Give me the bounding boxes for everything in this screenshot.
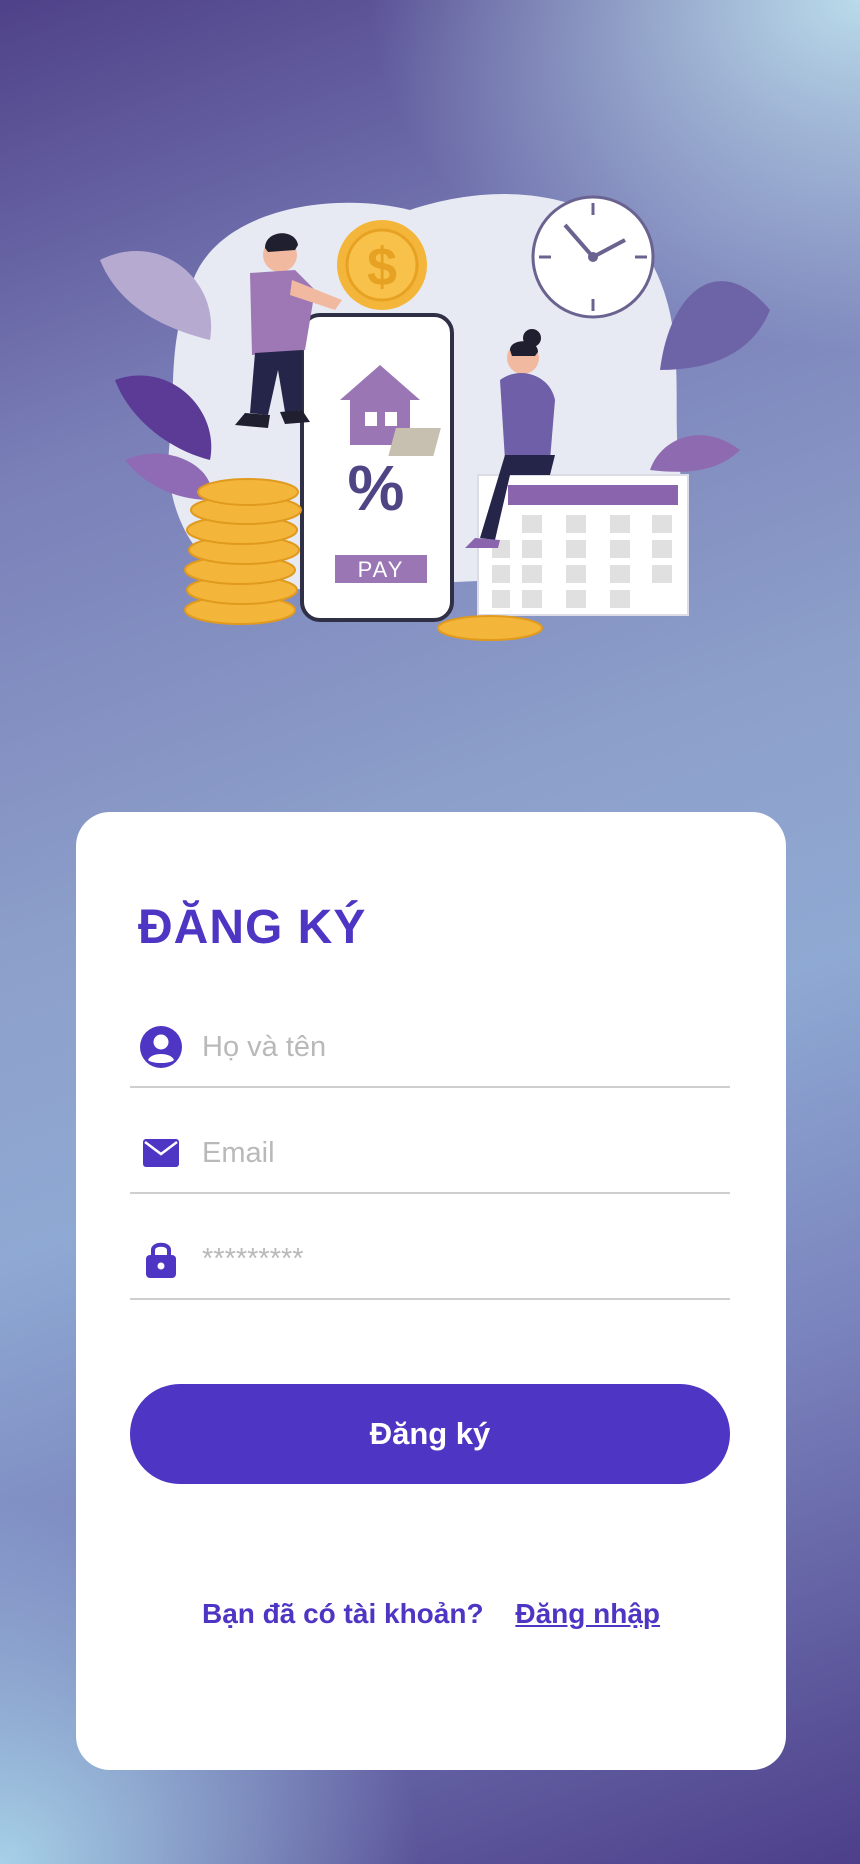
phone-icon: % PAY xyxy=(300,313,454,622)
floor-coin-icon xyxy=(437,615,543,641)
pay-label: PAY xyxy=(358,557,405,582)
calendar-icon xyxy=(477,474,689,616)
register-button[interactable]: Đăng ký xyxy=(130,1384,730,1484)
page-title: ĐĂNG KÝ xyxy=(138,901,367,954)
lock-icon xyxy=(138,1236,184,1282)
email-field[interactable] xyxy=(130,1114,730,1194)
percent-text: % xyxy=(348,452,405,524)
name-field[interactable] xyxy=(130,1008,730,1088)
clock-icon xyxy=(531,195,655,319)
finance-illustration: % PAY $ xyxy=(100,194,770,641)
dollar-text: $ xyxy=(367,237,397,297)
login-prompt-row: Bạn đã có tài khoản? Đăng nhập xyxy=(76,1598,786,1630)
coin-stack-icon xyxy=(184,478,302,625)
login-link[interactable]: Đăng nhập xyxy=(515,1598,660,1629)
dollar-coin-icon: $ xyxy=(337,220,427,310)
login-prompt-text: Bạn đã có tài khoản? xyxy=(201,1598,484,1629)
user-circle-icon xyxy=(138,1024,184,1070)
password-input[interactable] xyxy=(200,1241,704,1277)
name-input[interactable] xyxy=(200,1029,704,1065)
leaf-right-1 xyxy=(660,281,770,370)
password-field[interactable] xyxy=(130,1220,730,1300)
envelope-icon xyxy=(138,1130,184,1176)
register-card: ĐĂNG KÝ Đăng ký xyxy=(76,812,786,1770)
leaf-left-1 xyxy=(100,251,212,340)
email-input[interactable] xyxy=(200,1135,704,1171)
